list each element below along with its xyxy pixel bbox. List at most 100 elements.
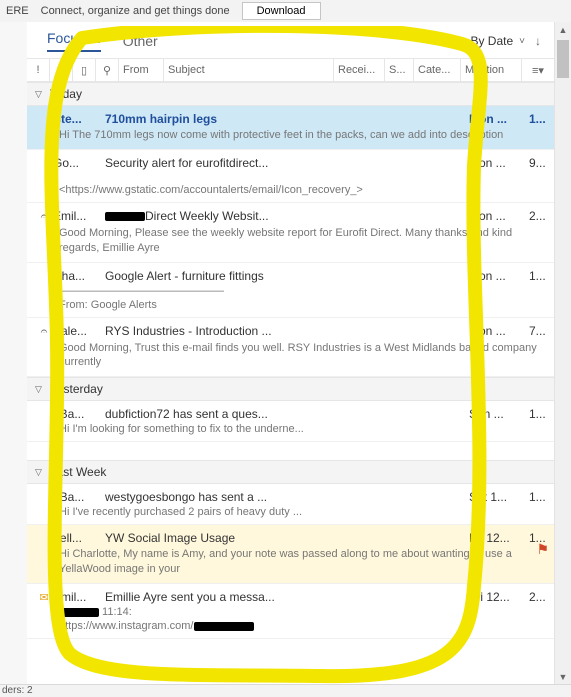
col-size[interactable]: S... (385, 59, 414, 81)
col-from[interactable]: From (119, 59, 164, 81)
attachment-icon: 𝄐 (35, 324, 53, 339)
msg-from: Sale... (53, 324, 99, 338)
msg-from: Cha... (53, 269, 99, 283)
col-importance[interactable]: ! (27, 59, 50, 81)
collapse-icon: ▽ (35, 467, 42, 478)
msg-preview: From: Google Alerts (59, 299, 547, 311)
paperclip-icon: ⚲ (103, 64, 111, 77)
msg-preview-rule: ——————————————— (59, 285, 547, 297)
msg-subject: westygoesbongo has sent a ... (105, 490, 469, 504)
redaction (194, 622, 254, 631)
col-attachment[interactable]: ⚲ (96, 59, 119, 81)
msg-preview-line1: 11:14: (59, 606, 547, 618)
msg-received: Fri 12... (469, 531, 525, 545)
msg-from: Emil... (53, 590, 99, 604)
col-received[interactable]: Recei... (334, 59, 385, 81)
vertical-scrollbar[interactable]: ▲ ▼ (554, 22, 571, 685)
ribbon-bar: ERE Connect, organize and get things don… (0, 0, 571, 23)
message-row[interactable]: Cha... Google Alert - furniture fittings… (27, 263, 555, 318)
msg-received: Mon ... (469, 269, 525, 283)
message-row[interactable]: Ste... 710mm hairpin legs Mon ... 1... H… (27, 106, 555, 150)
msg-received: Mon ... (469, 209, 525, 223)
filter-icon: ≡▾ (532, 64, 544, 77)
tab-other[interactable]: Other (123, 33, 158, 49)
group-label: Last Week (50, 465, 106, 479)
message-row[interactable]: 𝄐 Emil... Direct Weekly Websit... Mon ..… (27, 203, 555, 263)
msg-size: 9... (529, 156, 547, 170)
msg-subject: YW Social Image Usage (105, 531, 469, 545)
scroll-down-icon[interactable]: ▼ (555, 669, 571, 685)
msg-from: Go... (53, 156, 99, 170)
msg-preview: <https://www.gstatic.com/accountalerts/e… (59, 184, 547, 196)
msg-received: Mon ... (469, 112, 525, 126)
inbox-tabs: Focused Other By Date ˅ ↓ (27, 22, 555, 58)
msg-received: Mon ... (469, 156, 525, 170)
msg-from: Yell... (53, 531, 99, 545)
msg-from: eBa... (53, 407, 99, 421)
status-text: ders: 2 (2, 685, 33, 696)
group-header-yesterday[interactable]: ▽ Yesterday (27, 377, 555, 401)
msg-received: Sun ... (469, 407, 525, 421)
ribbon-tagline: Connect, organize and get things done (35, 5, 236, 17)
message-row[interactable]: Yell... YW Social Image Usage Fri 12... … (27, 525, 555, 584)
col-subject[interactable]: Subject (164, 59, 334, 81)
message-row[interactable]: ✉ Emil... Emillie Ayre sent you a messa.… (27, 584, 555, 639)
msg-size: 1... (529, 490, 547, 504)
msg-size: 7... (529, 324, 547, 338)
page-icon: ▯ (81, 64, 87, 77)
col-reminder[interactable]: ⌂ (50, 59, 73, 81)
dropdown-arrow-icon[interactable]: ↓ (535, 34, 541, 48)
msg-subject: 710mm hairpin legs (105, 112, 469, 126)
filter-button[interactable]: ≡▾ (522, 59, 555, 81)
msg-subject: Security alert for eurofitdirect... (105, 156, 469, 170)
msg-subject: dubfiction72 has sent a ques... (105, 407, 469, 421)
msg-size: 1... (529, 407, 547, 421)
msg-preview: Hi I'm looking for something to fix to t… (59, 423, 547, 435)
collapse-icon: ▽ (35, 89, 42, 100)
collapse-icon: ▽ (35, 384, 42, 395)
msg-preview: Hi Charlotte, My name is Amy, and your n… (59, 547, 547, 577)
flag-icon[interactable]: ⚑ (536, 541, 549, 558)
msg-received: Fri 12... (469, 590, 525, 604)
col-categories[interactable]: Cate... (414, 59, 461, 81)
column-headers: ! ⌂ ▯ ⚲ From Subject Recei... S... Cate.… (27, 58, 555, 82)
group-header-lastweek[interactable]: ▽ Last Week (27, 460, 555, 484)
left-gutter (0, 22, 28, 685)
msg-received: Mon ... (469, 324, 525, 338)
scroll-up-icon[interactable]: ▲ (555, 22, 571, 38)
status-bar: ders: 2 (0, 684, 571, 697)
msg-from: eBa... (53, 490, 99, 504)
msg-preview: Hi I've recently purchased 2 pairs of he… (59, 506, 547, 518)
msg-size: 2... (529, 209, 547, 223)
redaction (59, 608, 99, 617)
ribbon-fragment: ERE (0, 5, 35, 17)
msg-subject: Google Alert - furniture fittings (105, 269, 469, 283)
msg-subject: Emillie Ayre sent you a messa... (105, 590, 469, 604)
message-row[interactable]: Go... Security alert for eurofitdirect..… (27, 150, 555, 203)
sort-by-label[interactable]: By Date (470, 34, 513, 48)
msg-size: 2... (529, 590, 547, 604)
chevron-down-icon[interactable]: ˅ (519, 36, 525, 47)
group-label: Yesterday (50, 382, 103, 396)
bell-icon: ⌂ (58, 64, 65, 76)
msg-preview-line2: https://www.instagram.com/ (59, 620, 547, 632)
envelope-icon: ✉ (35, 591, 53, 604)
message-list-pane: Focused Other By Date ˅ ↓ ! ⌂ ▯ ⚲ From S… (27, 22, 555, 685)
msg-preview: Hi The 710mm legs now come with protecti… (59, 128, 547, 143)
message-row[interactable]: eBa... westygoesbongo has sent a ... Sat… (27, 484, 555, 525)
col-mention[interactable]: Mention (461, 59, 522, 81)
redaction (105, 212, 145, 221)
msg-from: Ste... (53, 112, 99, 126)
message-row[interactable]: 𝄐 Sale... RYS Industries - Introduction … (27, 318, 555, 378)
col-icon[interactable]: ▯ (73, 59, 96, 81)
scroll-thumb[interactable] (557, 40, 569, 78)
msg-size: 1... (529, 112, 547, 126)
download-button[interactable]: Download (242, 2, 321, 20)
attachment-icon: 𝄐 (35, 209, 53, 224)
msg-preview: Good Morning, Please see the weekly webs… (59, 226, 547, 256)
msg-size: 1... (529, 269, 547, 283)
group-header-today[interactable]: ▽ Today (27, 82, 555, 106)
msg-subject: Direct Weekly Websit... (105, 209, 469, 223)
message-row[interactable]: eBa... dubfiction72 has sent a ques... S… (27, 401, 555, 442)
tab-focused[interactable]: Focused (47, 30, 101, 52)
